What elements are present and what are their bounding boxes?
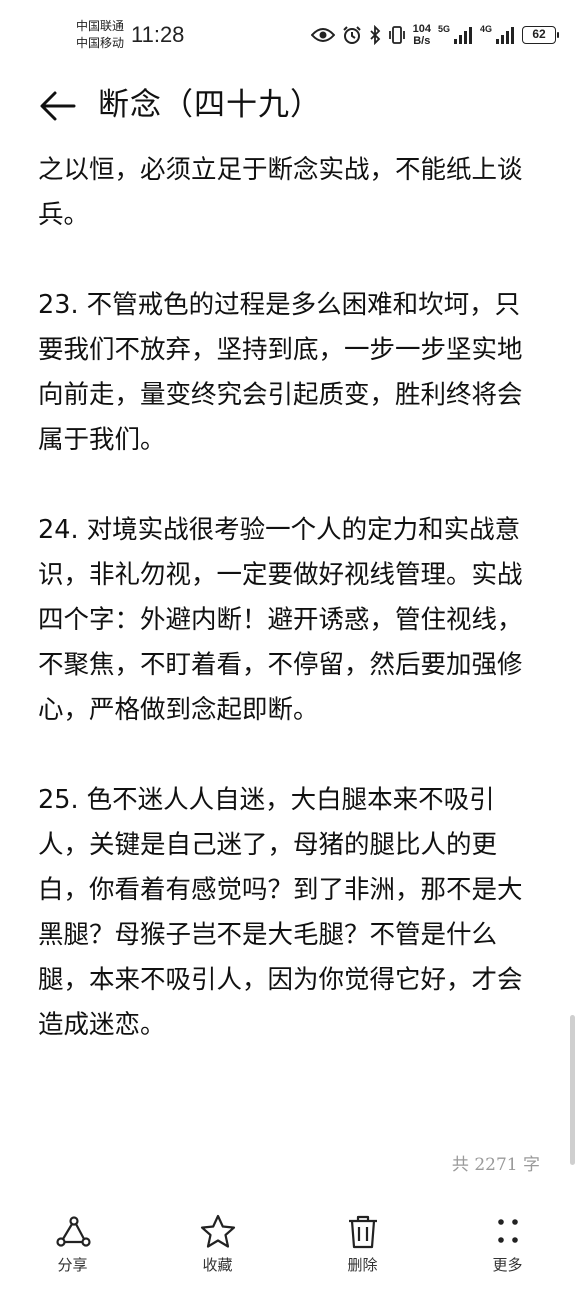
eye-icon xyxy=(310,28,335,42)
paragraph: 23. 不管戒色的过程是多么困难和坎坷，只要我们不放弃，坚持到底，一步一步坚实地… xyxy=(38,290,523,455)
back-arrow-icon[interactable] xyxy=(38,86,78,126)
bluetooth-icon xyxy=(369,25,380,45)
header: 断念（四十九） xyxy=(0,70,580,142)
share-button[interactable]: 分享 xyxy=(18,1206,128,1275)
more-dots-icon xyxy=(497,1219,518,1243)
net-speed-unit: B/s xyxy=(413,35,431,47)
signal-1-label: 5G xyxy=(437,24,450,34)
trash-icon xyxy=(348,1215,377,1249)
delete-button[interactable]: 删除 xyxy=(308,1206,418,1275)
scrollbar[interactable] xyxy=(570,1015,575,1165)
article-body: 之以恒，必须立足于断念实战，不能纸上谈兵。 23. 不管戒色的过程是多么困难和坎… xyxy=(38,148,538,1093)
status-bar: 中国联通 中国移动 11:28 104 B/s 5G 4G 62 xyxy=(0,0,580,64)
delete-label: 删除 xyxy=(347,1256,378,1274)
more-button[interactable]: 更多 xyxy=(453,1206,563,1275)
carrier-info: 中国联通 中国移动 xyxy=(76,18,124,52)
paragraph: 24. 对境实战很考验一个人的定力和实战意识，非礼勿视，一定要做好视线管理。实战… xyxy=(38,515,523,725)
signal-2-icon xyxy=(496,27,514,44)
clock: 11:28 xyxy=(131,22,185,47)
paragraph: 之以恒，必须立足于断念实战，不能纸上谈兵。 xyxy=(38,155,523,230)
paragraph: 25. 色不迷人人自迷，大白腿本来不吸引人，关键是自己迷了，母猪的腿比人的更白，… xyxy=(38,785,523,1040)
favorite-label: 收藏 xyxy=(202,1256,233,1274)
alarm-icon xyxy=(342,26,361,44)
battery-icon: 62 xyxy=(522,26,559,44)
vibrate-icon xyxy=(388,26,405,44)
page-title: 断念（四十九） xyxy=(98,87,322,123)
share-icon xyxy=(55,1216,91,1247)
bottom-toolbar: 分享 收藏 删除 更多 xyxy=(0,1206,580,1289)
share-label: 分享 xyxy=(57,1256,88,1274)
network-speed: 104 B/s xyxy=(413,23,431,47)
status-icons: 104 B/s 5G 4G 62 xyxy=(310,20,559,50)
net-speed-value: 104 xyxy=(412,23,431,35)
word-count: 共 2271 字 xyxy=(451,1155,540,1175)
signal-2-label: 4G xyxy=(479,24,492,34)
favorite-button[interactable]: 收藏 xyxy=(163,1206,273,1275)
carrier-2: 中国移动 xyxy=(76,36,125,50)
star-icon xyxy=(200,1214,235,1248)
carrier-1: 中国联通 xyxy=(76,19,125,33)
more-label: 更多 xyxy=(492,1256,523,1274)
signal-1-icon xyxy=(453,27,472,44)
